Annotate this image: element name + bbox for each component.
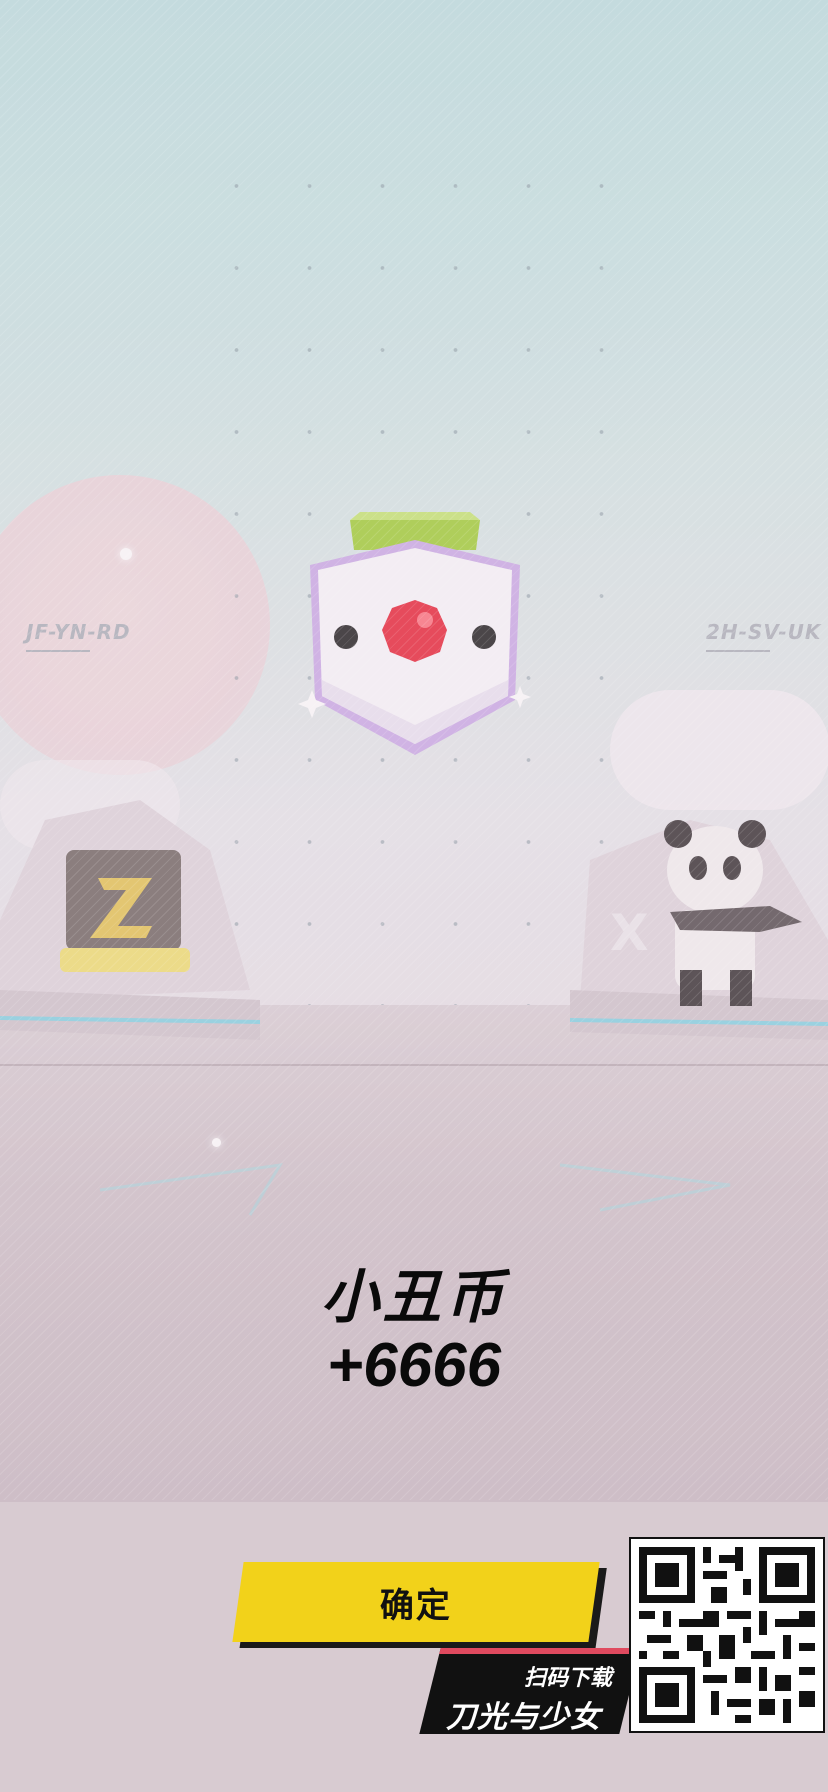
qr-code-icon [631, 1539, 823, 1731]
qr-code[interactable] [629, 1537, 825, 1733]
promo-game-title: 刀光与少女 [446, 1701, 601, 1734]
game-scene: JF-YN-RD X 2H-SV-UK [0, 0, 828, 1792]
reward-name: 小丑币 [320, 1265, 507, 1330]
confirm-button-label: 确定 [380, 1586, 452, 1625]
reward-amount: +6666 [326, 1331, 502, 1400]
promo-scan-label: 扫码下载 [524, 1665, 613, 1690]
confirm-button[interactable]: 确定 [232, 1562, 600, 1642]
